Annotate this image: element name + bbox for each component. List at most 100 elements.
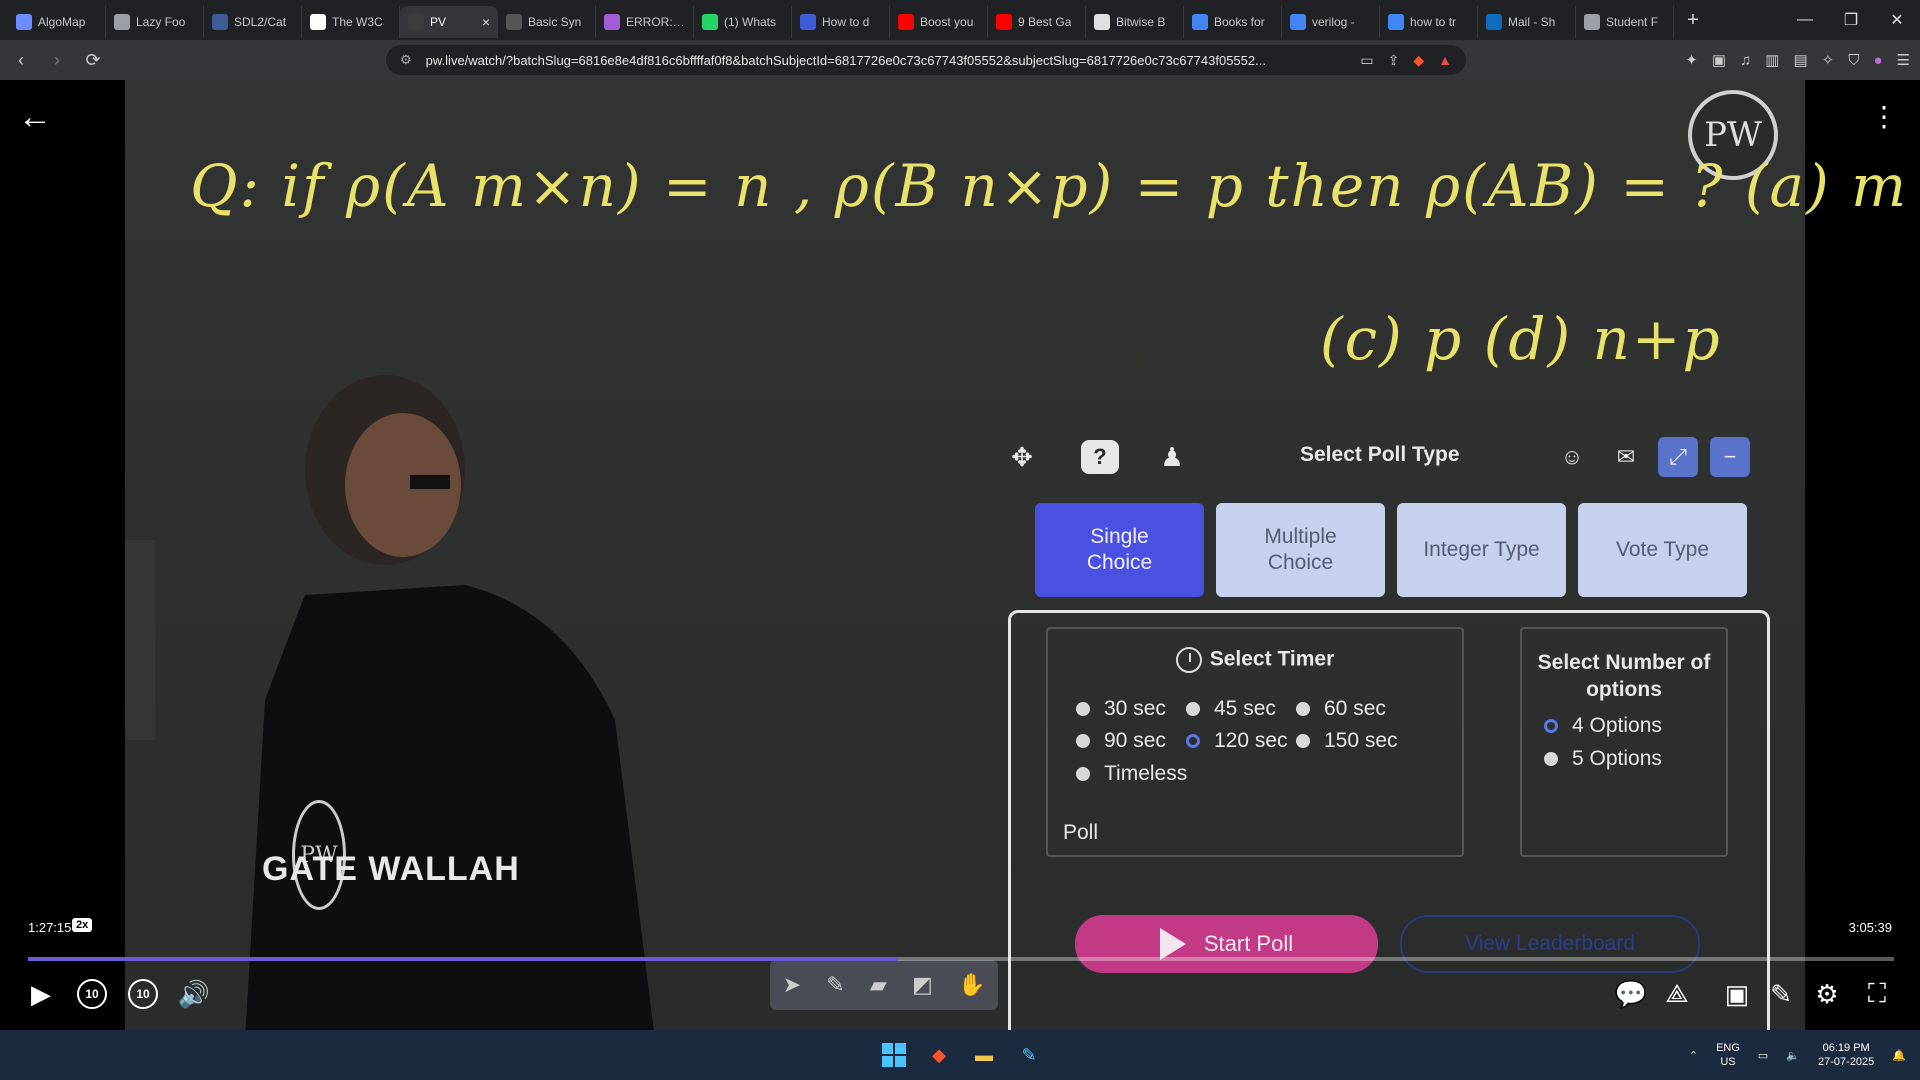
chat-icon[interactable]: ✉ bbox=[1606, 437, 1646, 477]
clock[interactable]: 06:19 PM 27-07-2025 bbox=[1818, 1041, 1874, 1070]
minimize-panel-icon[interactable]: − bbox=[1710, 437, 1750, 477]
volume-icon[interactable]: 🔊 bbox=[175, 975, 213, 1013]
browser-tab[interactable]: how to tr bbox=[1380, 6, 1478, 38]
options-count-option[interactable]: 5 Options bbox=[1544, 747, 1662, 771]
poll-type-option[interactable]: Integer Type bbox=[1397, 503, 1566, 597]
browser-tab[interactable]: PV × bbox=[400, 6, 498, 38]
timer-option[interactable]: 120 sec bbox=[1186, 729, 1288, 753]
browser-tab[interactable]: Bitwise B bbox=[1086, 6, 1184, 38]
tab-favicon-icon bbox=[310, 14, 326, 30]
view-leaderboard-button[interactable]: View Leaderboard bbox=[1400, 915, 1700, 973]
screenshot-icon[interactable]: ▣ bbox=[1712, 51, 1726, 69]
reaction-icon[interactable]: ☺ bbox=[1552, 437, 1592, 477]
tab-close-icon[interactable]: × bbox=[482, 14, 490, 30]
question-icon[interactable]: ? bbox=[1078, 435, 1122, 479]
browser-tab[interactable]: Boost you bbox=[890, 6, 988, 38]
share-icon[interactable]: ⇪ bbox=[1388, 52, 1400, 69]
leo-ai-icon[interactable]: ✧ bbox=[1822, 51, 1835, 69]
timer-option[interactable]: 45 sec bbox=[1186, 697, 1276, 721]
poll-type-option[interactable]: Single Choice bbox=[1035, 503, 1204, 597]
poll-type-option[interactable]: Vote Type bbox=[1578, 503, 1747, 597]
browser-tab[interactable]: Books for bbox=[1184, 6, 1282, 38]
timer-option[interactable]: 150 sec bbox=[1296, 729, 1398, 753]
brave-shield-icon[interactable]: ◆ bbox=[1413, 52, 1424, 69]
translate-icon[interactable]: ⟁ bbox=[1658, 975, 1696, 1013]
browser-tab[interactable]: 9 Best Ga bbox=[988, 6, 1086, 38]
brave-taskbar-icon[interactable]: ◆ bbox=[925, 1041, 953, 1069]
sidebar-icon[interactable]: ▥ bbox=[1765, 51, 1779, 69]
minimize-button[interactable]: — bbox=[1782, 0, 1828, 40]
eraser-icon[interactable]: ◩ bbox=[912, 972, 933, 998]
menu-icon[interactable]: ☰ bbox=[1897, 51, 1910, 69]
network-icon[interactable]: ▭ bbox=[1758, 1049, 1768, 1062]
progress-bar[interactable] bbox=[28, 957, 1894, 961]
browser-tab[interactable]: verilog - bbox=[1282, 6, 1380, 38]
tab-label: Bitwise B bbox=[1116, 15, 1166, 29]
speed-badge[interactable]: 2x bbox=[72, 918, 93, 932]
browser-tab[interactable]: SDL2/Cat bbox=[204, 6, 302, 38]
browser-tab[interactable]: Student F bbox=[1576, 6, 1674, 38]
start-button[interactable] bbox=[880, 1041, 908, 1069]
browser-tab[interactable]: AlgoMap bbox=[8, 6, 106, 38]
radio-icon bbox=[1186, 734, 1200, 748]
rewind-button[interactable]: 10 bbox=[77, 979, 107, 1009]
wallet-icon[interactable]: ▤ bbox=[1793, 51, 1807, 69]
leaderboard-icon[interactable]: ♟ bbox=[1150, 435, 1194, 479]
tray-chevron-icon[interactable]: ⌃ bbox=[1689, 1049, 1698, 1062]
back-arrow-icon[interactable]: ← bbox=[18, 98, 52, 137]
new-tab-button[interactable]: + bbox=[1678, 5, 1708, 35]
subtitles-icon[interactable]: 💬 bbox=[1612, 975, 1650, 1013]
fullscreen-icon[interactable]: ⛶ bbox=[1858, 975, 1896, 1013]
profile-icon[interactable]: ● bbox=[1873, 52, 1882, 69]
poll-type-option[interactable]: Multiple Choice bbox=[1216, 503, 1385, 597]
notification-icon[interactable]: 🔔 bbox=[1892, 1049, 1906, 1062]
video-player[interactable]: ← ⋮ PW Q: if ρ(A m×n) = n , ρ(B n×p) = p… bbox=[0, 80, 1920, 1030]
cast-icon[interactable]: ▭ bbox=[1360, 52, 1373, 69]
close-window-button[interactable]: ✕ bbox=[1874, 0, 1920, 40]
forward-skip-button[interactable]: 10 bbox=[128, 979, 158, 1009]
speaker-icon[interactable]: 🔈 bbox=[1786, 1049, 1800, 1062]
options-count-option[interactable]: 4 Options bbox=[1544, 714, 1662, 738]
back-button[interactable]: ‹ bbox=[6, 45, 36, 75]
notes-icon[interactable]: ✎ bbox=[1762, 975, 1800, 1013]
browser-tab[interactable]: How to d bbox=[792, 6, 890, 38]
extensions-icon[interactable]: ✦ bbox=[1685, 51, 1698, 69]
highlighter-icon[interactable]: ▰ bbox=[870, 972, 887, 998]
music-icon[interactable]: ♫ bbox=[1740, 52, 1751, 69]
vpn-icon[interactable]: ⛉ bbox=[1848, 52, 1859, 69]
timer-option[interactable]: Timeless bbox=[1076, 762, 1187, 786]
browser-tab[interactable]: Lazy Foo bbox=[106, 6, 204, 38]
poll-type-selector: Single Choice Multiple Choice Integer Type… bbox=[1035, 503, 1747, 597]
file-explorer-icon[interactable]: ▬ bbox=[970, 1041, 998, 1069]
restore-button[interactable]: ❐ bbox=[1828, 0, 1874, 40]
browser-tab[interactable]: The W3C bbox=[302, 6, 400, 38]
start-poll-button[interactable]: Start Poll bbox=[1075, 915, 1378, 973]
browser-tab[interactable]: Mail - Sh bbox=[1478, 6, 1576, 38]
more-options-icon[interactable]: ⋮ bbox=[1870, 100, 1898, 133]
timer-option-label: 60 sec bbox=[1324, 697, 1386, 720]
address-bar[interactable]: ⚙ pw.live/watch/?batchSlug=6816e8e4df816… bbox=[386, 45, 1466, 75]
reload-button[interactable]: ⟳ bbox=[78, 45, 108, 75]
browser-tab[interactable]: ERROR: Tl bbox=[596, 6, 694, 38]
tab-label: Student F bbox=[1606, 15, 1659, 29]
expand-icon[interactable]: ⤢ bbox=[1658, 437, 1698, 477]
timer-option[interactable]: 90 sec bbox=[1076, 729, 1166, 753]
tab-label: Mail - Sh bbox=[1508, 15, 1556, 29]
tab-favicon-icon bbox=[702, 14, 718, 30]
pointer-icon[interactable]: ➤ bbox=[783, 972, 801, 998]
site-settings-icon[interactable]: ⚙ bbox=[400, 52, 412, 68]
mini-player-icon[interactable]: ▣ bbox=[1718, 975, 1756, 1013]
browser-tab[interactable]: (1) Whats bbox=[694, 6, 792, 38]
play-button[interactable]: ▶ bbox=[22, 975, 60, 1013]
timer-option[interactable]: 60 sec bbox=[1296, 697, 1386, 721]
hand-icon[interactable]: ✋ bbox=[958, 972, 985, 998]
language-indicator[interactable]: ENG US bbox=[1716, 1041, 1740, 1070]
pen-app-icon[interactable]: ✎ bbox=[1015, 1041, 1043, 1069]
pen-icon[interactable]: ✎ bbox=[826, 972, 844, 998]
settings-icon[interactable]: ⚙ bbox=[1808, 975, 1846, 1013]
timer-option[interactable]: 30 sec bbox=[1076, 697, 1166, 721]
forward-button[interactable]: › bbox=[42, 45, 72, 75]
brave-rewards-icon[interactable]: ▲ bbox=[1438, 52, 1452, 68]
move-icon[interactable]: ✥ bbox=[1000, 435, 1044, 479]
browser-tab[interactable]: Basic Syn bbox=[498, 6, 596, 38]
